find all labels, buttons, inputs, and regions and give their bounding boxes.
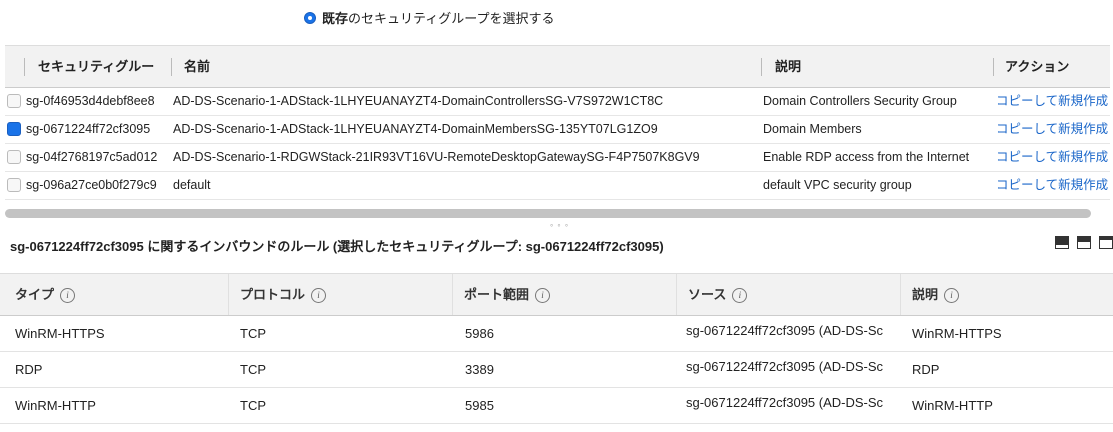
sg-desc-cell: Enable RDP access from the Internet [763,150,970,164]
inbound-rules-table: タイプ i プロトコル i ポート範囲 i ソース i 説明 i WinRM-HTTPS T… [0,273,1113,424]
rule-protocol-cell: TCP [240,326,266,341]
rule-port-cell: 3389 [465,362,494,377]
sg-table-row[interactable]: sg-096a27ce0b0f279c9 default default VPC s… [5,172,1110,200]
column-divider [676,274,677,315]
column-divider [900,274,901,315]
radio-button-selected[interactable] [304,11,316,24]
col-header-sg[interactable]: セキュリティグルー [38,46,154,87]
row-checkbox[interactable] [7,94,21,108]
rule-row: WinRM-HTTPS TCP 5986 sg-0671224ff72cf3095 (… [0,316,1113,352]
rule-protocol-cell: TCP [240,362,266,377]
sg-name-cell: AD-DS-Scenario-1-ADStack-1LHYEUANAYZT4-D… [173,94,664,108]
sg-name-cell: AD-DS-Scenario-1-ADStack-1LHYEUANAYZT4-D… [173,122,658,136]
col-header-desc[interactable]: 説明 i [912,274,960,315]
sg-id-cell: sg-096a27ce0b0f279c9 [26,178,157,192]
sg-table-row[interactable]: sg-04f2768197c5ad012 AD-DS-Scenario-1-RDG… [5,144,1110,172]
column-divider [452,274,453,315]
panel-layout-top-icon[interactable] [1099,236,1113,249]
row-checkbox[interactable] [7,178,21,192]
column-divider [228,274,229,315]
rule-port-cell: 5986 [465,326,494,341]
panel-layout-buttons [1055,236,1113,249]
row-checkbox[interactable] [7,122,21,136]
row-checkbox[interactable] [7,150,21,164]
sg-id-cell: sg-04f2768197c5ad012 [26,150,158,164]
sg-table-row[interactable]: sg-0671224ff72cf3095 AD-DS-Scenario-1-ADS… [5,116,1110,144]
sg-id-cell: sg-0671224ff72cf3095 [26,122,151,136]
column-separator[interactable] [171,58,172,76]
rule-desc-cell: RDP [912,362,940,377]
sg-table-row[interactable]: sg-0f46953d4debf8ee8 AD-DS-Scenario-1-ADS… [5,88,1110,116]
inbound-rules-title: sg-0671224ff72cf3095 に関するインバウンドのルール (選択し… [10,239,664,254]
copy-to-new-link[interactable]: コピーして新規作成 [996,116,1109,143]
sg-name-cell: AD-DS-Scenario-1-RDGWStack-21IR93VT16VU-… [173,150,700,164]
rule-desc-cell: WinRM-HTTPS [912,326,1002,341]
column-separator[interactable] [24,58,25,76]
sg-table-header: セキュリティグルー 名前 説明 アクション [5,45,1110,88]
rule-source-cell: sg-0671224ff72cf3095 (AD-DS-Sc [686,359,884,374]
rules-table-header: タイプ i プロトコル i ポート範囲 i ソース i 説明 i [0,273,1113,316]
col-header-port[interactable]: ポート範囲 i [464,274,551,315]
rule-port-cell: 5985 [465,398,494,413]
rule-row: WinRM-HTTP TCP 5985 sg-0671224ff72cf3095 (A… [0,388,1113,424]
col-header-desc[interactable]: 説明 [775,46,801,87]
rule-desc-cell: WinRM-HTTP [912,398,993,413]
sg-id-cell: sg-0f46953d4debf8ee8 [26,94,155,108]
rule-source-cell: sg-0671224ff72cf3095 (AD-DS-Sc [686,323,884,338]
col-header-source[interactable]: ソース i [688,274,748,315]
col-header-name[interactable]: 名前 [184,46,210,87]
copy-to-new-link[interactable]: コピーして新規作成 [996,172,1109,199]
rule-source-cell: sg-0671224ff72cf3095 (AD-DS-Sc [686,395,884,410]
sg-desc-cell: default VPC security group [763,178,912,192]
col-header-protocol[interactable]: プロトコル i [240,274,327,315]
rule-protocol-cell: TCP [240,398,266,413]
info-icon[interactable]: i [732,288,748,304]
column-separator[interactable] [761,58,762,76]
radio-label: 既存のセキュリティグループを選択する [322,11,555,26]
sg-desc-cell: Domain Controllers Security Group [763,94,957,108]
horizontal-scrollbar[interactable] [5,209,1091,218]
copy-to-new-link[interactable]: コピーして新規作成 [996,144,1109,171]
info-icon[interactable]: i [535,288,551,304]
security-group-table: セキュリティグルー 名前 説明 アクション sg-0f46953d4debf8e… [5,45,1110,200]
rule-type-cell: WinRM-HTTP [15,398,96,413]
rule-type-cell: WinRM-HTTPS [15,326,105,341]
info-icon[interactable]: i [60,288,76,304]
col-header-action[interactable]: アクション [1005,46,1069,87]
panel-layout-half-icon[interactable] [1077,236,1091,249]
resize-grip-icon[interactable]: ° ° ° [550,223,569,232]
sg-name-cell: default [173,178,211,192]
rule-type-cell: RDP [15,362,43,377]
info-icon[interactable]: i [311,288,327,304]
panel-layout-bottom-icon[interactable] [1055,236,1069,249]
column-separator[interactable] [993,58,994,76]
info-icon[interactable]: i [944,288,960,304]
existing-sg-radio-option[interactable]: 既存のセキュリティグループを選択する [304,8,554,27]
copy-to-new-link[interactable]: コピーして新規作成 [996,88,1109,115]
rule-row: RDP TCP 3389 sg-0671224ff72cf3095 (AD-DS-Sc… [0,352,1113,388]
col-header-type[interactable]: タイプ i [15,274,76,315]
sg-desc-cell: Domain Members [763,122,862,136]
